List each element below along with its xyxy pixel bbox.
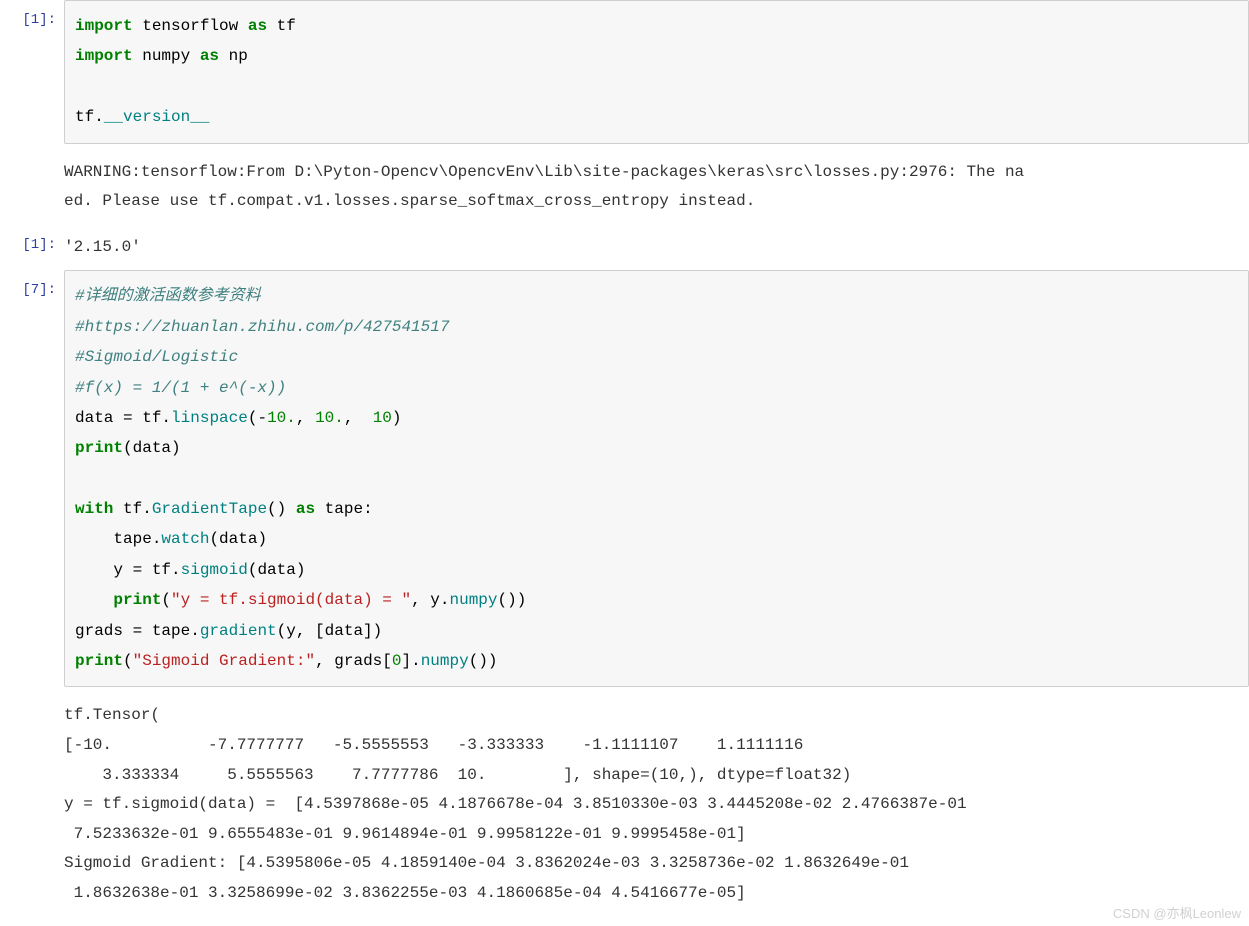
output-stream-2: tf.Tensor( [-10. -7.7777777 -5.5555553 -… bbox=[0, 693, 1249, 916]
output-stream-1: WARNING:tensorflow:From D:\Pyton-Opencv\… bbox=[0, 150, 1249, 225]
output-text-1: '2.15.0' bbox=[64, 225, 1249, 271]
code-input-1[interactable]: import tensorflow as tf import numpy as … bbox=[64, 0, 1249, 144]
code-cell-2: [7]: #详细的激活函数参考资料 #https://zhuanlan.zhih… bbox=[0, 270, 1249, 693]
code-cell-1: [1]: import tensorflow as tf import nump… bbox=[0, 0, 1249, 150]
output-prompt-1: [1]: bbox=[0, 225, 64, 253]
stderr-text-1: WARNING:tensorflow:From D:\Pyton-Opencv\… bbox=[64, 150, 1249, 225]
input-prompt-2: [7]: bbox=[0, 270, 64, 298]
output-result-1: [1]: '2.15.0' bbox=[0, 225, 1249, 271]
watermark-text: CSDN @亦枫Leonlew bbox=[1113, 903, 1241, 922]
input-prompt-2-label: [7]: bbox=[22, 282, 56, 298]
stdout-text-2: tf.Tensor( [-10. -7.7777777 -5.5555553 -… bbox=[64, 693, 1249, 916]
code-input-2[interactable]: #详细的激活函数参考资料 #https://zhuanlan.zhihu.com… bbox=[64, 270, 1249, 687]
output-prompt-blank-1 bbox=[0, 150, 64, 162]
input-prompt-1: [1]: bbox=[0, 0, 64, 28]
output-prompt-blank-2 bbox=[0, 693, 64, 705]
